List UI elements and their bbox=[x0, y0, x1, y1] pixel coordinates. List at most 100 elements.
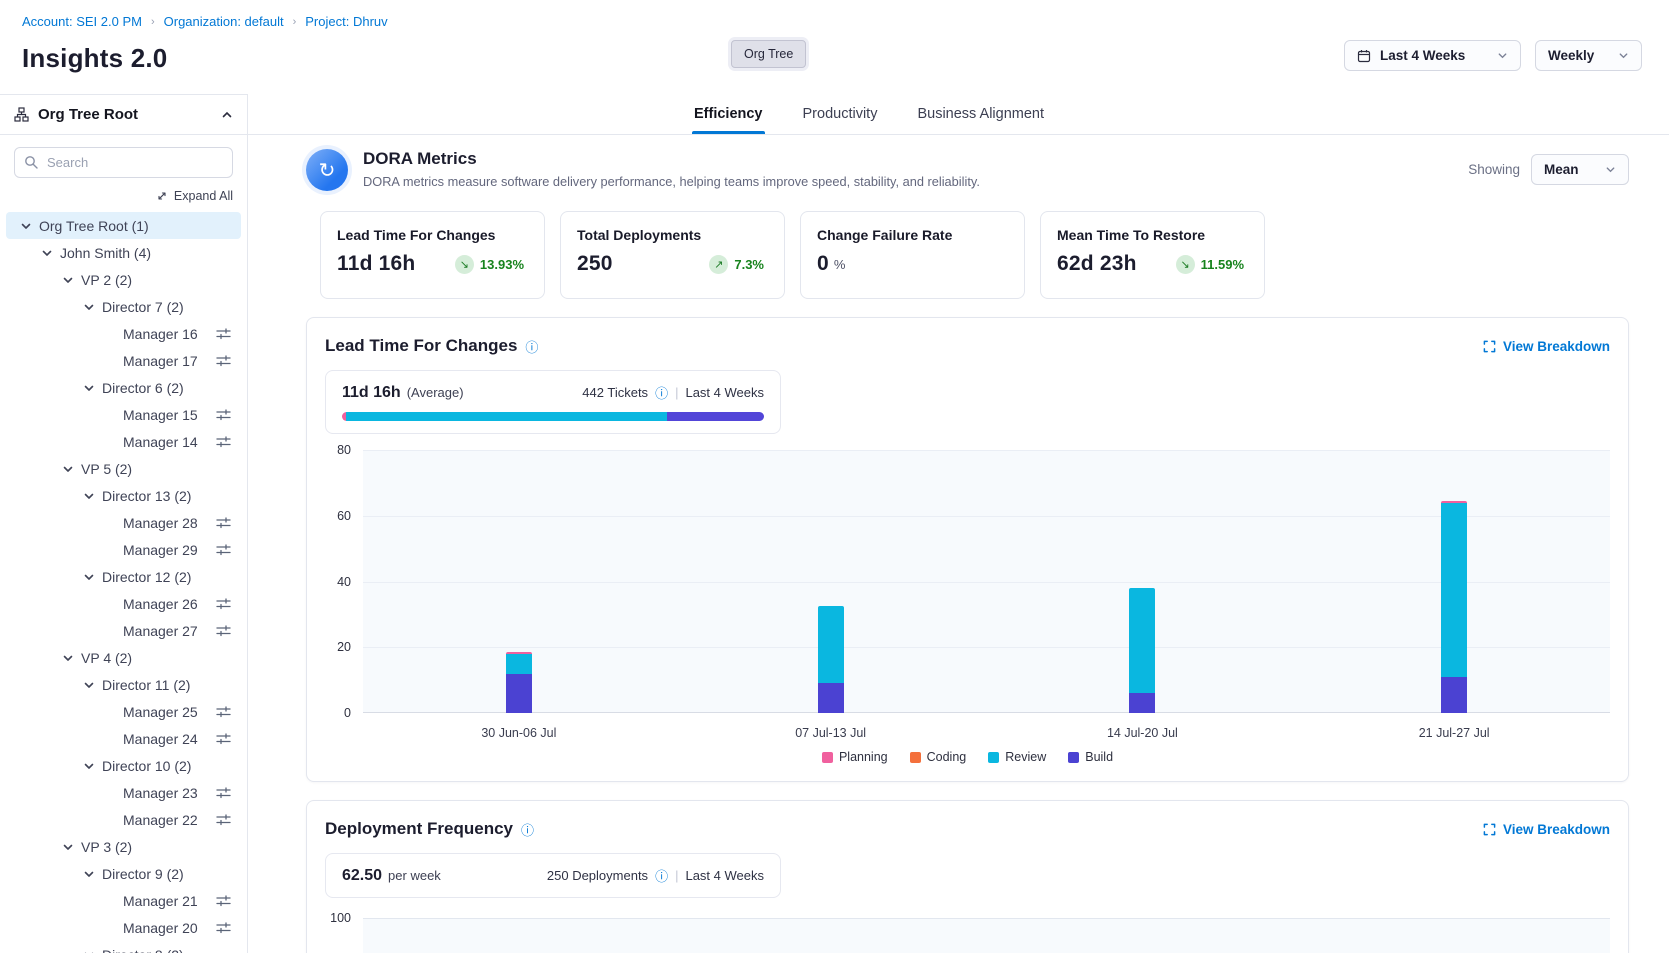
trend-down-icon: ↘ bbox=[1176, 255, 1195, 274]
tree-item-director-7-2[interactable]: Director 7 (2) bbox=[6, 293, 241, 320]
filter-icon[interactable] bbox=[216, 705, 231, 719]
tree-item-manager-17[interactable]: Manager 17 bbox=[6, 347, 241, 374]
deployment-view-breakdown[interactable]: View Breakdown bbox=[1483, 822, 1610, 837]
tree-item-vp-4-2[interactable]: VP 4 (2) bbox=[6, 644, 241, 671]
filter-icon[interactable] bbox=[216, 543, 231, 557]
chevron-up-icon[interactable] bbox=[221, 109, 233, 121]
tree-item-manager-29[interactable]: Manager 29 bbox=[6, 536, 241, 563]
showing-select[interactable]: Mean bbox=[1531, 154, 1629, 185]
tree-item-vp-2-2[interactable]: VP 2 (2) bbox=[6, 266, 241, 293]
chevron-down-icon[interactable] bbox=[83, 679, 95, 691]
chevron-down-icon[interactable] bbox=[83, 490, 95, 502]
info-icon[interactable]: ⓘ bbox=[655, 383, 668, 402]
tab-business-alignment[interactable]: Business Alignment bbox=[915, 94, 1046, 134]
tree-item-manager-27[interactable]: Manager 27 bbox=[6, 617, 241, 644]
filter-icon[interactable] bbox=[216, 732, 231, 746]
tree-item-director-9-2[interactable]: Director 9 (2) bbox=[6, 860, 241, 887]
tree-item-manager-21[interactable]: Manager 21 bbox=[6, 887, 241, 914]
tree-item-manager-16[interactable]: Manager 16 bbox=[6, 320, 241, 347]
chevron-down-icon[interactable] bbox=[83, 760, 95, 772]
deployment-rate-suffix: per week bbox=[388, 868, 441, 883]
legend-swatch bbox=[910, 752, 921, 763]
legend-swatch bbox=[822, 752, 833, 763]
lead-time-title: Lead Time For Changes bbox=[325, 336, 517, 356]
info-icon[interactable]: ⓘ bbox=[521, 820, 534, 839]
tree-item-john-smith-4[interactable]: John Smith (4) bbox=[6, 239, 241, 266]
search-wrap bbox=[14, 147, 233, 178]
tree-item-director-11-2[interactable]: Director 11 (2) bbox=[6, 671, 241, 698]
tree-item-label: Manager 25 bbox=[123, 704, 198, 720]
legend-item-planning[interactable]: Planning bbox=[822, 747, 888, 767]
chevron-down-icon[interactable] bbox=[20, 220, 32, 232]
tree-item-director-6-2[interactable]: Director 6 (2) bbox=[6, 374, 241, 401]
chevron-down-icon[interactable] bbox=[62, 274, 74, 286]
chart-bar-30-jun-06-jul[interactable] bbox=[506, 652, 532, 713]
tree-item-manager-24[interactable]: Manager 24 bbox=[6, 725, 241, 752]
chevron-down-icon[interactable] bbox=[83, 571, 95, 583]
filter-icon[interactable] bbox=[216, 813, 231, 827]
filter-icon[interactable] bbox=[216, 327, 231, 341]
tree-item-vp-3-2[interactable]: VP 3 (2) bbox=[6, 833, 241, 860]
trend-delta: 7.3% bbox=[734, 257, 764, 272]
info-icon[interactable]: ⓘ bbox=[525, 337, 538, 356]
tickets-count: 442 Tickets bbox=[582, 385, 648, 400]
chevron-down-icon[interactable] bbox=[62, 841, 74, 853]
filter-icon[interactable] bbox=[216, 516, 231, 530]
tree-item-manager-25[interactable]: Manager 25 bbox=[6, 698, 241, 725]
filter-icon[interactable] bbox=[216, 786, 231, 800]
tab-efficiency[interactable]: Efficiency bbox=[692, 94, 765, 134]
calendar-icon bbox=[1357, 49, 1371, 63]
tab-productivity[interactable]: Productivity bbox=[801, 94, 880, 134]
filter-icon[interactable] bbox=[216, 408, 231, 422]
tree-item-org-tree-root-1[interactable]: Org Tree Root (1) bbox=[6, 212, 241, 239]
tree-item-manager-14[interactable]: Manager 14 bbox=[6, 428, 241, 455]
date-range-select[interactable]: Last 4 Weeks bbox=[1344, 40, 1521, 71]
tree-item-director-8-2[interactable]: Director 8 (2) bbox=[6, 941, 241, 953]
tree-item-label: Director 10 (2) bbox=[102, 758, 191, 774]
metric-cards-row: Lead Time For Changes11d 16h↘13.93%Total… bbox=[320, 211, 1629, 299]
lead-time-view-breakdown[interactable]: View Breakdown bbox=[1483, 339, 1610, 354]
tree-item-manager-26[interactable]: Manager 26 bbox=[6, 590, 241, 617]
filter-icon[interactable] bbox=[216, 597, 231, 611]
legend-item-coding[interactable]: Coding bbox=[910, 747, 967, 767]
gridline bbox=[363, 582, 1610, 583]
chevron-down-icon[interactable] bbox=[41, 247, 53, 259]
filter-icon[interactable] bbox=[216, 354, 231, 368]
chevron-down-icon[interactable] bbox=[83, 382, 95, 394]
legend-item-build[interactable]: Build bbox=[1068, 747, 1113, 767]
tree-item-director-10-2[interactable]: Director 10 (2) bbox=[6, 752, 241, 779]
search-input[interactable] bbox=[14, 147, 233, 178]
tree-item-manager-23[interactable]: Manager 23 bbox=[6, 779, 241, 806]
chart-bar-07-jul-13-jul[interactable] bbox=[818, 606, 844, 713]
chevron-down-icon[interactable] bbox=[62, 652, 74, 664]
tree-item-director-13-2[interactable]: Director 13 (2) bbox=[6, 482, 241, 509]
tree-item-manager-28[interactable]: Manager 28 bbox=[6, 509, 241, 536]
legend-item-review[interactable]: Review bbox=[988, 747, 1046, 767]
lead-time-section: Lead Time For Changes ⓘ View Breakdown 1… bbox=[306, 317, 1629, 782]
tree-item-director-12-2[interactable]: Director 12 (2) bbox=[6, 563, 241, 590]
tree-item-label: Manager 16 bbox=[123, 326, 198, 342]
chevron-down-icon[interactable] bbox=[62, 463, 74, 475]
chevron-down-icon[interactable] bbox=[83, 868, 95, 880]
deployment-frequency-section: Deployment Frequency ⓘ View Breakdown 62… bbox=[306, 800, 1629, 953]
info-icon[interactable]: ⓘ bbox=[655, 866, 668, 885]
org-tree-chip[interactable]: Org Tree bbox=[731, 40, 806, 68]
breadcrumb-link-organization[interactable]: Organization: default bbox=[164, 14, 284, 29]
granularity-select[interactable]: Weekly bbox=[1535, 40, 1642, 71]
tree-item-manager-22[interactable]: Manager 22 bbox=[6, 806, 241, 833]
expand-all-button[interactable]: Expand All bbox=[0, 178, 247, 210]
filter-icon[interactable] bbox=[216, 435, 231, 449]
breadcrumb-link-account[interactable]: Account: SEI 2.0 PM bbox=[22, 14, 142, 29]
breadcrumb-link-project[interactable]: Project: Dhruv bbox=[305, 14, 387, 29]
tree-item-manager-15[interactable]: Manager 15 bbox=[6, 401, 241, 428]
chevron-down-icon[interactable] bbox=[83, 301, 95, 313]
chart-bar-21-jul-27-jul[interactable] bbox=[1441, 501, 1467, 713]
chart-bar-14-jul-20-jul[interactable] bbox=[1129, 588, 1155, 713]
org-tree-panel-header[interactable]: Org Tree Root bbox=[0, 94, 248, 134]
filter-icon[interactable] bbox=[216, 921, 231, 935]
chevron-down-icon[interactable] bbox=[83, 949, 95, 954]
tree-item-vp-5-2[interactable]: VP 5 (2) bbox=[6, 455, 241, 482]
tree-item-manager-20[interactable]: Manager 20 bbox=[6, 914, 241, 941]
filter-icon[interactable] bbox=[216, 624, 231, 638]
filter-icon[interactable] bbox=[216, 894, 231, 908]
